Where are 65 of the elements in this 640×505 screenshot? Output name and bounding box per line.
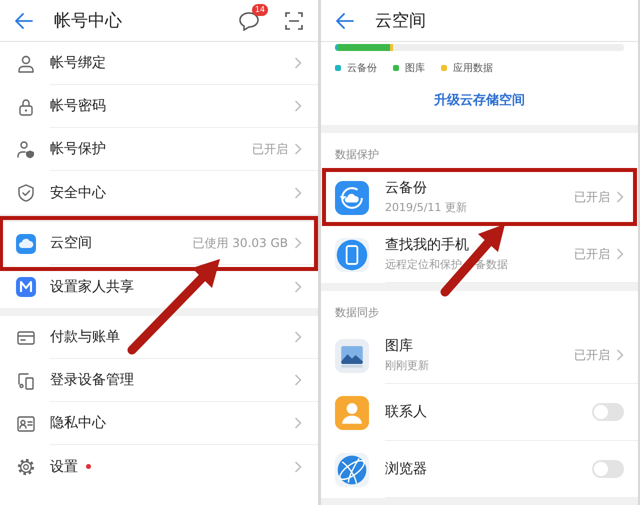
person-shield-icon <box>16 140 36 160</box>
toggle-switch[interactable] <box>592 460 624 478</box>
status-text: 已开启 <box>574 346 610 364</box>
menu-item[interactable]: 设置 <box>50 458 78 476</box>
back-icon[interactable] <box>14 10 34 30</box>
family-app-icon <box>16 276 36 296</box>
chevron-icon <box>294 331 302 343</box>
legend-label: 云备份 <box>347 62 377 75</box>
menu-item[interactable]: 付款与账单 <box>50 328 120 346</box>
legend-label: 图库 <box>405 62 425 75</box>
item-subtitle: 2019/5/11 更新 <box>385 200 467 215</box>
chevron-icon <box>616 191 624 203</box>
menu-item[interactable]: 帐号保护 <box>50 140 106 158</box>
menu-item[interactable]: 云空间 <box>50 234 92 252</box>
chat-icon[interactable] <box>238 10 260 30</box>
item-subtitle: 远程定位和保护 <box>385 257 462 272</box>
item-subtitle: 刚刚更新 <box>385 358 429 373</box>
count-badge: 14 <box>252 4 268 16</box>
section-heading: 数据保护 <box>334 147 380 163</box>
screen-title: 帐号中心 <box>54 10 122 32</box>
gallery-app-icon <box>335 338 369 372</box>
item-title[interactable]: 图库 <box>385 337 429 355</box>
person-icon <box>16 54 36 74</box>
status-text: 已开启 <box>574 188 610 206</box>
chevron-icon <box>294 237 302 249</box>
item-title[interactable]: 联系人 <box>385 403 427 421</box>
menu-item[interactable]: 帐号密码 <box>50 97 106 115</box>
cloud-app-icon <box>16 234 36 254</box>
menu-item[interactable]: 帐号绑定 <box>50 54 106 72</box>
chevron-icon <box>616 248 624 260</box>
chevron-icon <box>294 143 302 155</box>
menu-item[interactable]: 安全中心 <box>50 184 106 202</box>
chevron-icon <box>294 417 302 429</box>
item-title[interactable]: 浏览器 <box>385 460 427 478</box>
item-subtitle: 备数据 <box>475 257 508 272</box>
chevron-icon <box>294 186 302 198</box>
item-title[interactable]: 查找我的手机 <box>385 236 508 254</box>
shield-check-icon <box>16 182 36 202</box>
chevron-icon <box>294 460 302 472</box>
chevron-icon <box>616 349 624 361</box>
id-card-icon <box>16 414 36 434</box>
status-text: 已开启 <box>574 246 610 262</box>
chevron-icon <box>294 374 302 386</box>
phone-app-icon <box>335 238 369 272</box>
upgrade-link[interactable]: 升级云存储空间 <box>430 89 529 111</box>
menu-item[interactable]: 设置家人共享 <box>50 278 134 296</box>
contact-app-icon <box>335 396 369 430</box>
legend-label: 应用数据 <box>453 62 493 75</box>
status-text: 已开启 <box>252 140 288 158</box>
screen-title: 云空间 <box>375 10 426 32</box>
item-title[interactable]: 云备份 <box>385 179 467 197</box>
chevron-icon <box>294 57 302 69</box>
devices-icon <box>16 370 36 390</box>
chevron-icon <box>294 280 302 292</box>
toggle-switch[interactable] <box>592 403 624 421</box>
menu-item[interactable]: 登录设备管理 <box>50 371 134 389</box>
back-icon[interactable] <box>335 10 355 30</box>
settings-icon <box>16 456 36 476</box>
menu-item[interactable]: 隐私中心 <box>50 414 106 432</box>
scan-icon[interactable] <box>284 10 304 30</box>
chevron-icon <box>294 100 302 112</box>
globe-app-icon <box>335 452 369 486</box>
backup-app-icon <box>335 180 369 214</box>
status-text: 已使用 30.03 GB <box>192 234 288 252</box>
section-heading: 数据同步 <box>334 305 380 321</box>
